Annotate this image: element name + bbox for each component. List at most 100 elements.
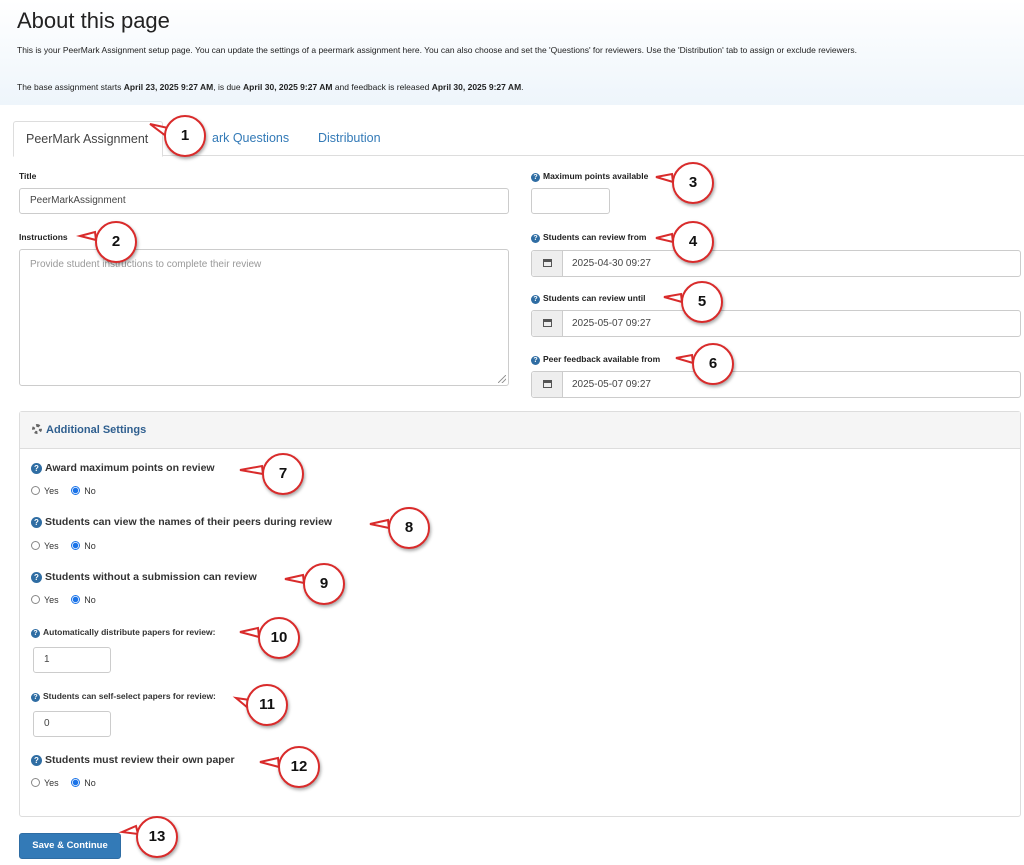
tab-distribution[interactable]: Distribution: [318, 121, 381, 156]
additional-settings-text: Additional Settings: [46, 424, 147, 436]
page-intro: This is your PeerMark Assignment setup p…: [17, 45, 857, 55]
review-from-date-field[interactable]: 2025-04-30 09:27: [531, 250, 1021, 277]
feedback-from-date-field[interactable]: 2025-05-07 09:27: [531, 371, 1021, 398]
help-icon[interactable]: ?: [31, 572, 42, 583]
no-submission-text: Students without a submission can review: [45, 571, 257, 583]
award-max-points-label: ? Award maximum points on review: [31, 462, 215, 474]
calendar-button[interactable]: [532, 311, 563, 336]
dates-mid1: , is due: [213, 82, 244, 92]
auto-distribute-input[interactable]: 1: [33, 647, 111, 673]
radio-yes[interactable]: [31, 778, 40, 787]
callout-10: 10: [258, 617, 300, 659]
callout-11: 11: [246, 684, 288, 726]
callout-13: 13: [136, 816, 178, 858]
award-yes-option[interactable]: Yes: [31, 486, 59, 496]
callout-pointer-6: [675, 353, 695, 365]
view-names-label: ? Students can view the names of their pe…: [31, 516, 332, 528]
start-date: April 23, 2025 9:27 AM: [123, 82, 214, 92]
no-label: No: [84, 595, 96, 605]
self-select-text: Students can self-select papers for revi…: [43, 691, 216, 701]
radio-no-selected[interactable]: [71, 486, 81, 495]
calendar-button[interactable]: [532, 251, 563, 276]
dates-mid2: and feedback is released: [332, 82, 432, 92]
view-names-yes-option[interactable]: Yes: [31, 541, 59, 551]
instructions-textarea[interactable]: Provide student instructions to complete…: [19, 249, 509, 386]
award-no-option[interactable]: No: [71, 486, 96, 496]
feedback-from-text: Peer feedback available from: [543, 354, 661, 364]
review-until-label: ? Students can review until: [531, 293, 646, 304]
calendar-icon: [543, 259, 552, 267]
help-icon[interactable]: ?: [531, 295, 540, 304]
dates-prefix: The base assignment starts: [17, 82, 124, 92]
radio-no-selected[interactable]: [71, 595, 81, 604]
calendar-icon: [543, 380, 552, 388]
callout-pointer-4: [655, 232, 675, 244]
review-until-text: Students can review until: [543, 293, 646, 303]
instructions-placeholder: Provide student instructions to complete…: [30, 259, 262, 270]
view-names-no-option[interactable]: No: [71, 541, 96, 551]
help-icon[interactable]: ?: [531, 356, 540, 365]
tab-peermark-questions[interactable]: ark Questions: [212, 121, 289, 156]
feedback-from-value: 2025-05-07 09:27: [572, 379, 651, 390]
resize-handle-icon[interactable]: [498, 375, 506, 383]
gear-icon: [32, 424, 42, 434]
no-label: No: [84, 778, 96, 788]
no-label: No: [84, 486, 96, 496]
help-icon[interactable]: ?: [531, 234, 540, 243]
help-icon[interactable]: ?: [31, 463, 42, 474]
help-icon[interactable]: ?: [31, 517, 42, 528]
view-names-text: Students can view the names of their pee…: [45, 516, 333, 528]
callout-pointer-3: [655, 172, 675, 184]
feedback-date: April 30, 2025 9:27 AM: [431, 82, 522, 92]
due-date: April 30, 2025 9:27 AM: [243, 82, 333, 92]
callout-1: 1: [164, 115, 206, 157]
view-names-radio-group: Yes No: [31, 541, 106, 551]
help-icon[interactable]: ?: [31, 629, 40, 638]
yes-label: Yes: [44, 778, 59, 788]
callout-2: 2: [95, 221, 137, 263]
callout-pointer-2: [76, 230, 98, 242]
own-paper-no-option[interactable]: No: [71, 778, 96, 788]
self-select-label: ? Students can self-select papers for rev…: [31, 691, 216, 702]
assignment-dates: The base assignment starts April 23, 202…: [17, 82, 524, 92]
no-label: No: [84, 541, 96, 551]
calendar-button[interactable]: [532, 372, 563, 397]
radio-no-selected[interactable]: [71, 778, 81, 787]
max-points-input[interactable]: [531, 188, 610, 214]
award-label-text: Award maximum points on review: [45, 462, 215, 474]
additional-settings-header[interactable]: Additional Settings: [20, 412, 1020, 449]
callout-pointer-5: [663, 292, 684, 304]
callout-7: 7: [262, 453, 304, 495]
max-points-text: Maximum points available: [543, 171, 649, 181]
radio-yes[interactable]: [31, 486, 40, 495]
review-until-date-field[interactable]: 2025-05-07 09:27: [531, 310, 1021, 337]
help-icon[interactable]: ?: [31, 693, 40, 702]
review-from-value: 2025-04-30 09:27: [572, 258, 651, 269]
feedback-from-label: ? Peer feedback available from: [531, 354, 660, 365]
own-paper-radio-group: Yes No: [31, 778, 106, 788]
page-title: About this page: [17, 8, 170, 33]
no-submission-no-option[interactable]: No: [71, 595, 96, 605]
save-continue-button[interactable]: Save & Continue: [19, 833, 121, 859]
calendar-icon: [543, 319, 552, 327]
help-icon[interactable]: ?: [31, 755, 42, 766]
callout-4: 4: [672, 221, 714, 263]
callout-5: 5: [681, 281, 723, 323]
tab-peermark-assignment[interactable]: PeerMark Assignment: [13, 121, 163, 157]
help-icon[interactable]: ?: [531, 173, 540, 182]
own-paper-yes-option[interactable]: Yes: [31, 778, 59, 788]
title-label: Title: [19, 171, 37, 181]
instructions-label: Instructions: [19, 232, 68, 242]
radio-no-selected[interactable]: [71, 541, 81, 550]
self-select-input[interactable]: 0: [33, 711, 111, 737]
review-until-value: 2025-05-07 09:27: [572, 318, 651, 329]
callout-3: 3: [672, 162, 714, 204]
radio-yes[interactable]: [31, 541, 40, 550]
title-input[interactable]: PeerMarkAssignment: [19, 188, 509, 214]
no-submission-yes-option[interactable]: Yes: [31, 595, 59, 605]
no-submission-radio-group: Yes No: [31, 595, 106, 605]
award-max-points-radio-group: Yes No: [31, 486, 106, 496]
own-paper-text: Students must review their own paper: [45, 754, 235, 766]
radio-yes[interactable]: [31, 595, 40, 604]
callout-9: 9: [303, 563, 345, 605]
